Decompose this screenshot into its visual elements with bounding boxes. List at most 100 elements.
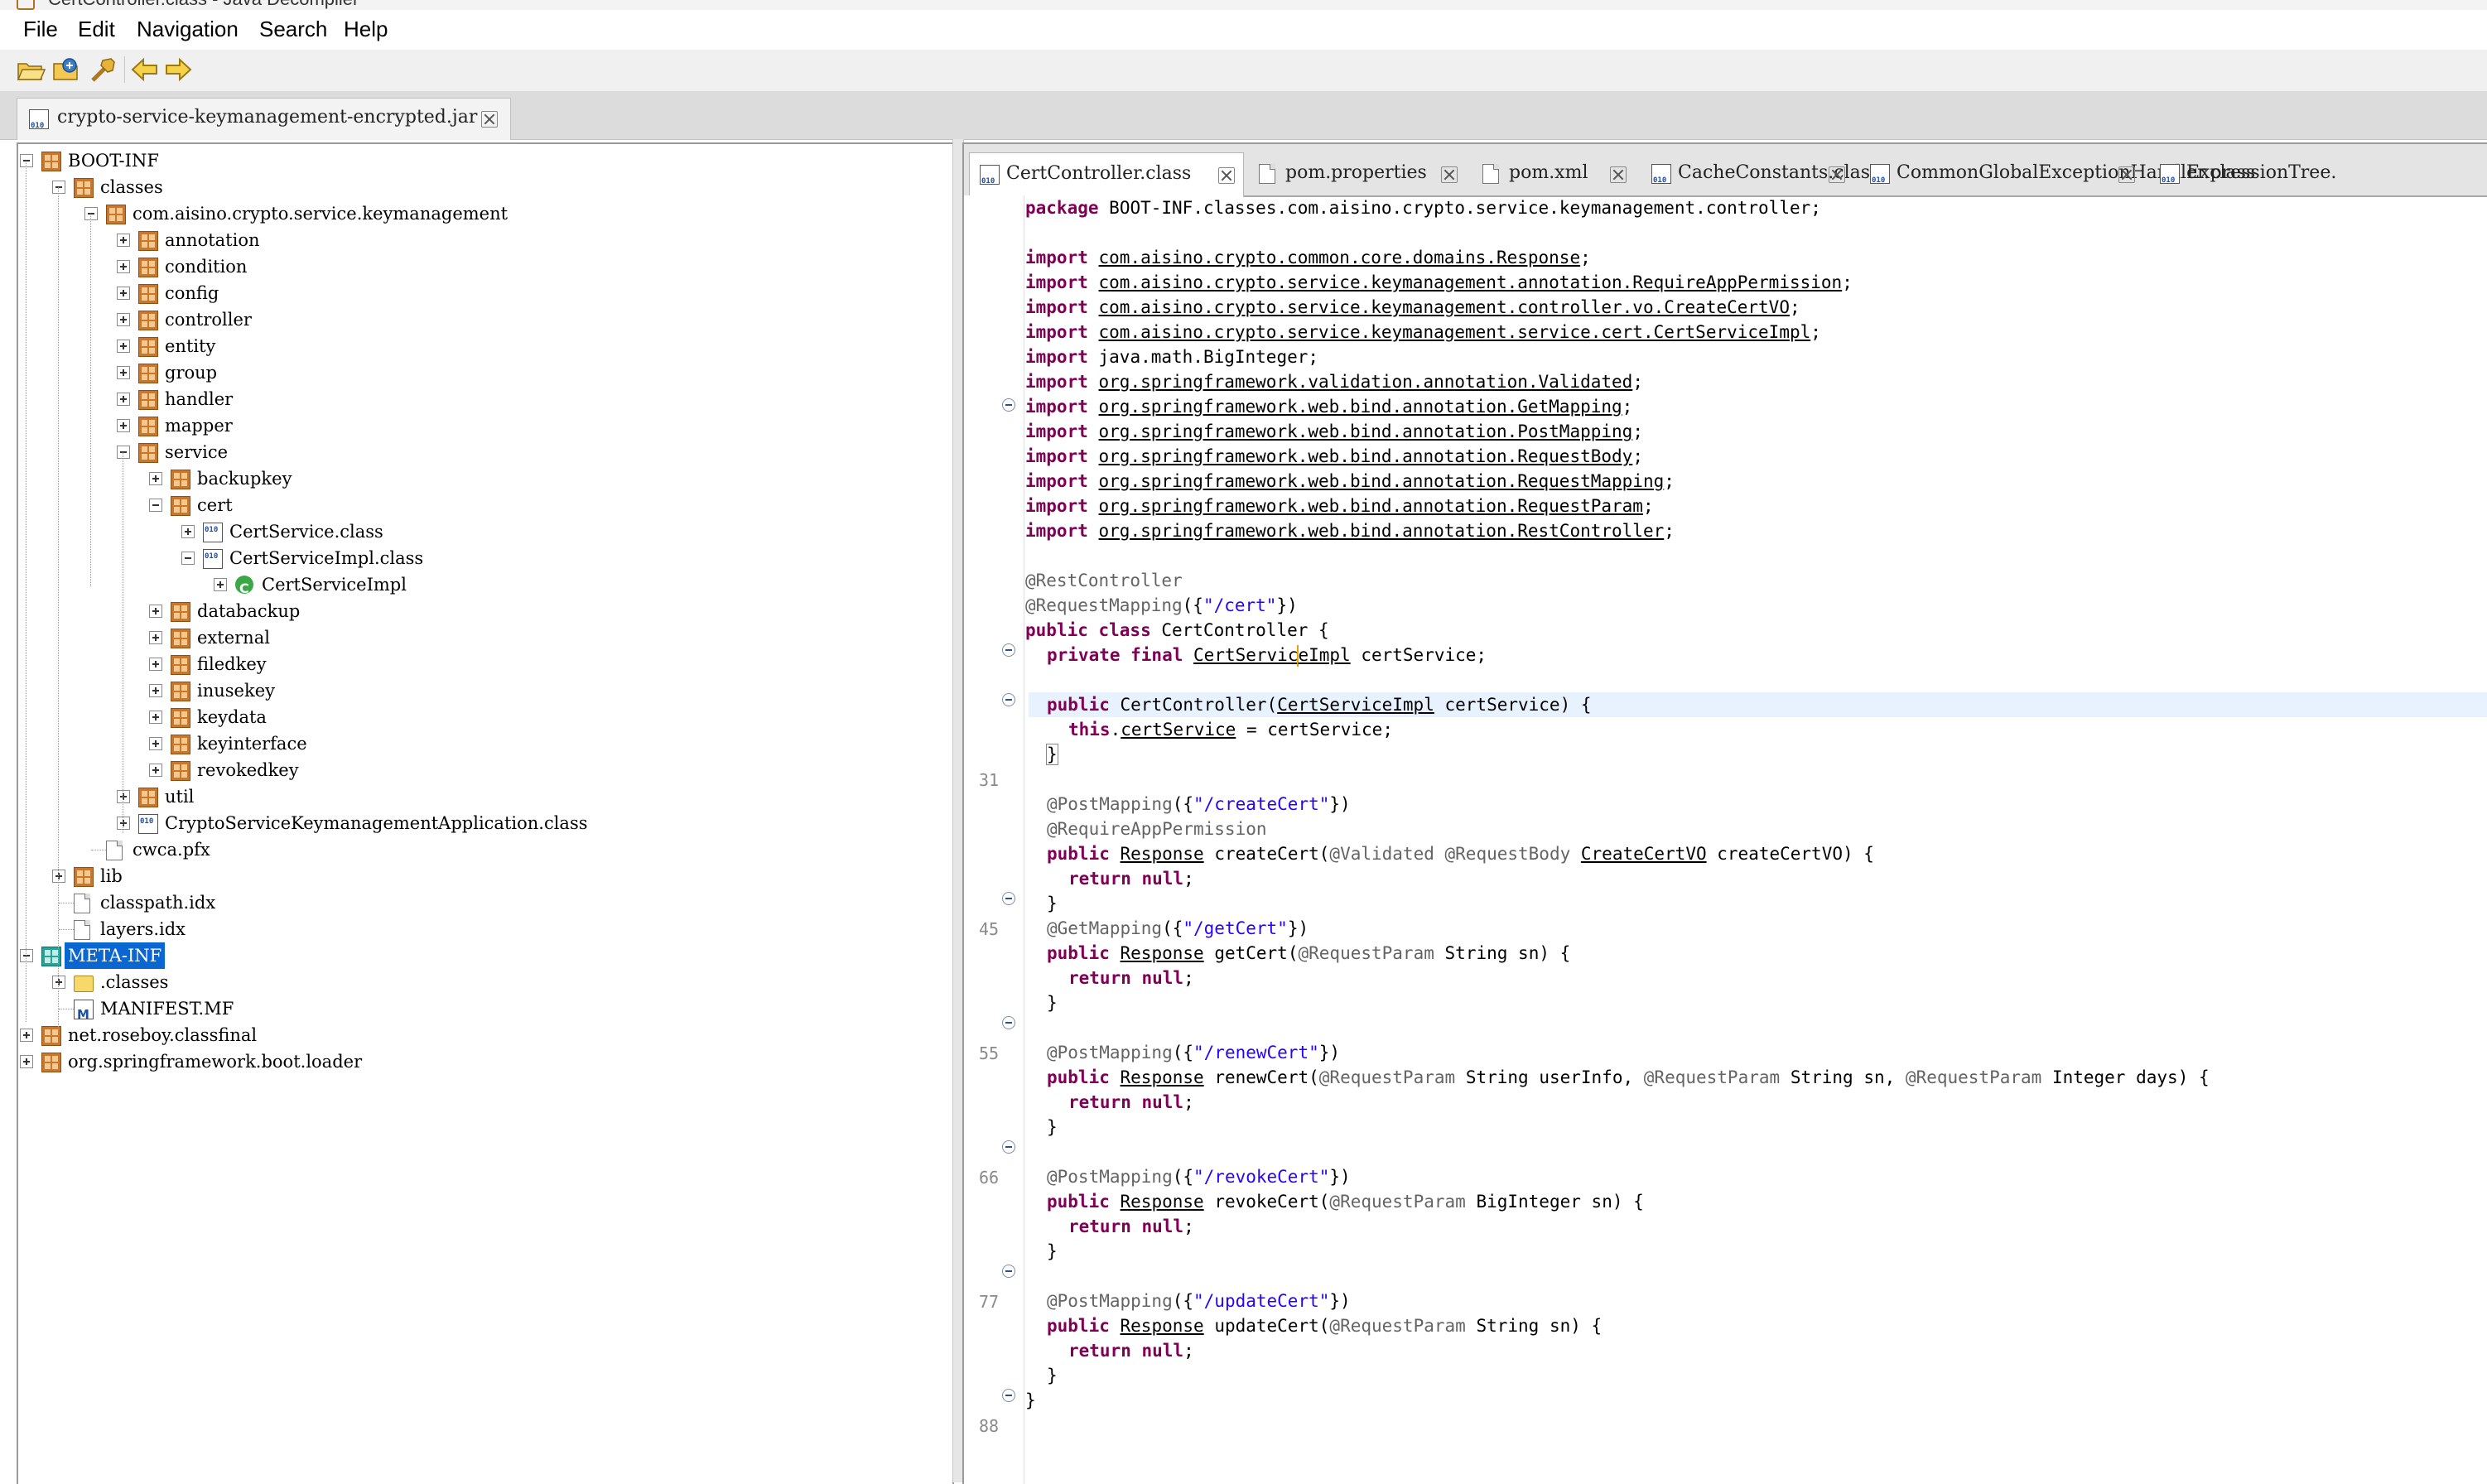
expand-icon[interactable] [149,737,162,750]
expand-icon[interactable] [149,711,162,724]
collapse-icon[interactable] [117,446,130,459]
tree-item[interactable]: com.aisino.crypto.service.keymanagement [18,200,946,227]
tree-item[interactable]: entity [18,333,946,359]
collapse-icon[interactable] [149,499,162,512]
tree-item[interactable]: CryptoServiceKeymanagementApplication.cl… [18,808,946,836]
tree-item[interactable]: classes [18,174,946,200]
expand-icon[interactable] [117,419,130,432]
type-ref[interactable]: Response [1121,1192,1204,1212]
menu-help[interactable]: Help [340,15,391,43]
expand-icon[interactable] [149,605,162,618]
import-ref[interactable]: org.springframework.validation.annotatio… [1099,372,1633,392]
import-ref[interactable]: org.springframework.web.bind.annotation.… [1099,422,1633,441]
fold-icon[interactable] [1002,892,1015,905]
tree-item[interactable]: CertServiceImpl [18,571,946,602]
editor-tab[interactable]: ExpressionTree. [2150,152,2487,195]
tree-item[interactable]: lib [18,863,946,889]
close-icon[interactable] [481,111,498,128]
menu-navigation[interactable]: Navigation [133,15,242,43]
editor-tab[interactable]: pom.properties [1249,152,1466,195]
tree-item[interactable]: META-INF [18,942,946,969]
close-icon[interactable] [1218,167,1235,184]
import-ref[interactable]: com.aisino.crypto.service.keymanagement.… [1099,322,1811,342]
tree-item[interactable]: inusekey [18,677,946,704]
expand-icon[interactable] [117,366,130,379]
expand-icon[interactable] [117,234,130,247]
tree-item[interactable]: cwca.pfx [18,836,946,863]
expand-icon[interactable] [117,260,130,273]
expand-icon[interactable] [117,287,130,300]
editor-tab[interactable]: CertController.class [969,152,1244,198]
type-ref[interactable]: Response [1121,844,1204,864]
import-ref[interactable]: org.springframework.web.bind.annotation.… [1099,521,1665,541]
tree-item[interactable]: filedkey [18,651,946,677]
back-arrow-icon[interactable] [129,54,161,85]
tree-item[interactable]: controller [18,306,946,333]
collapse-icon[interactable] [84,207,98,220]
tree-item[interactable]: backupkey [18,465,946,492]
collapse-icon[interactable] [52,181,65,194]
tree-item[interactable]: service [18,439,946,465]
expand-icon[interactable] [52,976,65,989]
close-icon[interactable] [1610,166,1627,183]
type-ref[interactable]: Response [1121,1316,1204,1336]
expand-icon[interactable] [117,790,130,803]
import-ref[interactable]: com.aisino.crypto.common.core.domains.Re… [1099,248,1581,267]
menu-search[interactable]: Search [256,15,330,43]
menu-edit[interactable]: Edit [75,15,118,43]
jar-tab[interactable]: crypto-service-keymanagement-encrypted.j… [17,98,511,140]
menu-file[interactable]: File [20,15,61,43]
tree-item[interactable]: net.roseboy.classfinal [18,1022,946,1048]
close-icon[interactable] [1829,166,1845,183]
close-icon[interactable] [1441,166,1458,183]
tree-item[interactable]: annotation [18,227,946,253]
fold-icon[interactable] [1002,1140,1015,1154]
tree-item[interactable]: external [18,624,946,651]
tree-item[interactable]: revokedkey [18,757,946,783]
tree-item[interactable]: databackup [18,598,946,624]
collapse-icon[interactable] [20,154,33,167]
tree-item[interactable]: classpath.idx [18,889,946,916]
expand-icon[interactable] [149,764,162,777]
fold-icon[interactable] [1002,1389,1015,1402]
fold-icon[interactable] [1002,1265,1015,1278]
tree-item[interactable]: config [18,280,946,306]
tree-item[interactable]: .classes [18,969,946,995]
fold-icon[interactable] [1002,1016,1015,1029]
type-ref[interactable]: CertServiceImpl [1277,695,1434,715]
type-ref[interactable]: CreateCertVO [1581,844,1707,864]
open-file-icon[interactable] [15,54,46,85]
tree-item[interactable]: layers.idx [18,916,946,942]
collapse-icon[interactable] [181,552,195,565]
import-ref[interactable]: org.springframework.web.bind.annotation.… [1099,397,1622,417]
expand-icon[interactable] [117,393,130,406]
expand-icon[interactable] [117,313,130,326]
tree-item[interactable]: util [18,783,946,810]
expand-icon[interactable] [117,340,130,353]
editor-tab[interactable]: CacheConstants.class [1641,152,1879,195]
expand-icon[interactable] [149,658,162,671]
open-type-icon[interactable] [51,54,83,85]
code-area[interactable]: package BOOT-INF.classes.com.aisino.cryp… [1025,195,2487,1484]
expand-icon[interactable] [20,1029,33,1042]
tree-item[interactable]: keydata [18,704,946,730]
close-icon[interactable] [2118,166,2135,183]
tree-item[interactable]: CertServiceImpl.class [18,543,946,571]
tree-item[interactable]: mapper [18,412,946,439]
expand-icon[interactable] [52,870,65,883]
expand-icon[interactable] [181,525,195,538]
type-ref[interactable]: Response [1121,1067,1204,1087]
expand-icon[interactable] [214,578,227,591]
expand-icon[interactable] [149,684,162,697]
type-ref[interactable]: Response [1121,943,1204,963]
tree-item[interactable]: keyinterface [18,730,946,757]
tree-item[interactable]: CertService.class [18,517,946,545]
import-ref[interactable]: com.aisino.crypto.service.keymanagement.… [1099,272,1843,292]
collapse-icon[interactable] [20,949,33,962]
expand-icon[interactable] [149,631,162,644]
tree-item[interactable]: org.springframework.boot.loader [18,1048,946,1075]
forward-arrow-icon[interactable] [162,54,194,85]
import-ref[interactable]: org.springframework.web.bind.annotation.… [1099,496,1643,516]
fold-icon[interactable] [1002,643,1015,657]
fold-icon[interactable] [1002,693,1015,706]
